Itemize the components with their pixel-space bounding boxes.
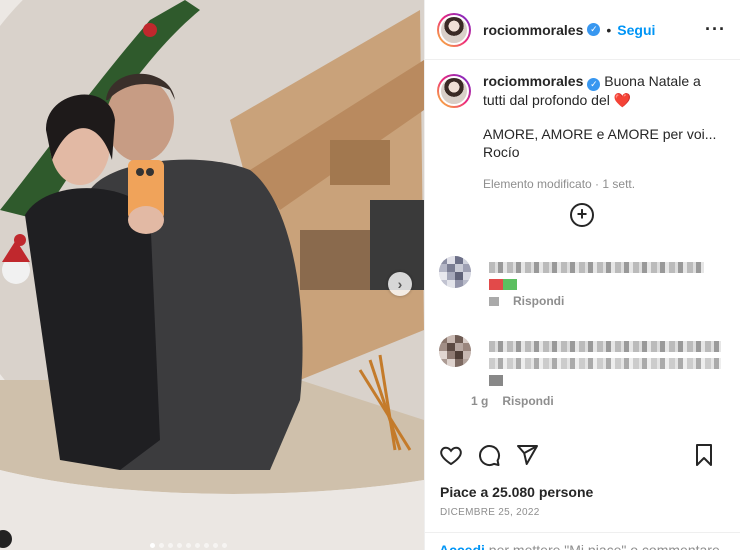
post-photo[interactable]: ›	[0, 0, 424, 550]
caption-meta: Elemento modificato · 1 sett.	[483, 177, 636, 191]
avatar[interactable]	[437, 74, 471, 108]
comment-text-blurred	[489, 375, 503, 386]
comment: Rispondi	[439, 256, 709, 308]
more-icon[interactable]: ···	[705, 19, 726, 40]
comment-text-blurred	[489, 341, 721, 352]
caption-text-line2: AMORE, AMORE e AMORE per voi... Rocío	[483, 126, 717, 160]
comment-icon[interactable]	[477, 443, 501, 467]
action-bar	[439, 443, 729, 467]
carousel-dot	[204, 543, 209, 548]
carousel-dots	[150, 543, 227, 548]
verified-icon: ✓	[587, 78, 601, 91]
comment: 1 g Rispondi	[439, 335, 729, 408]
avatar[interactable]	[437, 12, 471, 47]
comment-emoji-blurred	[489, 279, 517, 290]
share-icon[interactable]	[515, 443, 539, 467]
username[interactable]: rociommorales	[483, 22, 583, 38]
footer: Accedi per mettere "Mi piace" o commenta…	[425, 532, 740, 550]
follow-button[interactable]: Segui	[617, 22, 655, 38]
caption: rociommorales ✓ Buona Natale a tutti dal …	[425, 60, 740, 193]
plus-circle-icon: +	[576, 204, 588, 224]
carousel-dot	[195, 543, 200, 548]
comment-time: 1 g	[471, 394, 489, 408]
photo-illustration	[0, 0, 424, 550]
load-more-comments-button[interactable]: +	[570, 203, 594, 227]
separator-dot: •	[606, 21, 612, 38]
comment-text-blurred	[489, 262, 704, 273]
carousel-dot	[186, 543, 191, 548]
footer-text: per mettere "Mi piace" o commentare.	[484, 542, 724, 550]
login-link[interactable]: Accedi	[439, 542, 485, 550]
chevron-right-icon: ›	[397, 276, 403, 292]
heart-icon[interactable]	[439, 443, 463, 467]
post-header: rociommorales ✓ • Segui ···	[425, 0, 740, 60]
carousel-dot	[150, 543, 155, 548]
verified-icon: ✓	[587, 23, 601, 36]
comment-avatar[interactable]	[439, 256, 471, 288]
caption-username[interactable]: rociommorales	[483, 73, 583, 89]
carousel-dot	[168, 543, 173, 548]
post-date: DICEMBRE 25, 2022	[440, 507, 540, 518]
likes-count[interactable]: Piace a 25.080 persone	[440, 484, 593, 500]
reply-button[interactable]: Rispondi	[513, 294, 564, 308]
reply-button[interactable]: Rispondi	[502, 394, 553, 408]
bookmark-icon[interactable]	[693, 443, 715, 467]
carousel-dot	[177, 543, 182, 548]
comment-avatar[interactable]	[439, 335, 471, 367]
carousel-dot	[222, 543, 227, 548]
post-panel: rociommorales ✓ • Segui ··· rociommorale…	[424, 0, 740, 550]
carousel-dot	[159, 543, 164, 548]
next-image-button[interactable]: ›	[388, 272, 412, 296]
carousel-dot	[213, 543, 218, 548]
comment-text-blurred	[489, 358, 721, 369]
